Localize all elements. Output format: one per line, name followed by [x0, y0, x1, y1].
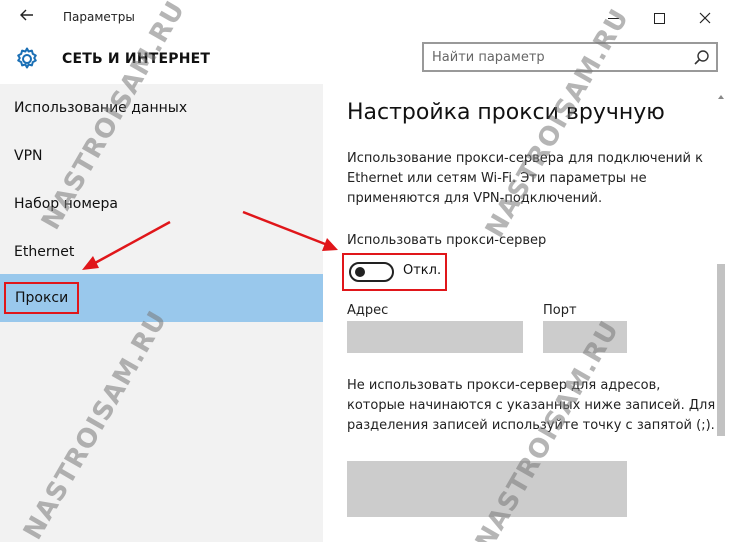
maximize-icon [653, 12, 665, 24]
minimize-icon [607, 17, 619, 19]
sidebar-item-label: VPN [14, 148, 43, 164]
toggle-highlight: Откл. [342, 253, 447, 291]
search-box[interactable] [422, 42, 718, 72]
search-input[interactable] [432, 47, 682, 67]
toggle-knob [355, 267, 365, 277]
address-label: Адрес [347, 303, 389, 318]
sidebar-item-proxy[interactable]: Прокси [0, 274, 323, 322]
sidebar-item-ethernet[interactable]: Ethernet [0, 228, 323, 276]
address-field[interactable] [347, 321, 523, 353]
sidebar-item-vpn[interactable]: VPN [0, 132, 323, 180]
sidebar-item-data-usage[interactable]: Использование данных [0, 84, 323, 132]
proxy-description: Использование прокси-сервера для подключ… [347, 151, 703, 206]
sidebar-item-label: Использование данных [14, 100, 188, 116]
search-icon[interactable] [692, 48, 712, 68]
sidebar: Использование данных VPN Набор номера Et… [0, 84, 323, 542]
section-title: СЕТЬ И ИНТЕРНЕТ [62, 51, 211, 67]
settings-header: СЕТЬ И ИНТЕРНЕТ [0, 36, 730, 84]
scrollbar-thumb[interactable] [717, 264, 725, 436]
sidebar-item-label: Прокси [4, 282, 80, 314]
maximize-button[interactable] [636, 4, 682, 32]
minimize-button[interactable] [590, 4, 636, 32]
use-proxy-toggle[interactable] [349, 262, 394, 282]
window-title: Параметры [63, 10, 135, 24]
close-icon [699, 12, 711, 24]
scroll-up-icon[interactable] [717, 86, 725, 99]
port-field[interactable] [543, 321, 627, 353]
exceptions-field[interactable] [347, 461, 627, 517]
sidebar-item-label: Набор номера [14, 196, 119, 212]
toggle-state-label: Откл. [403, 263, 442, 278]
port-label: Порт [543, 303, 577, 318]
use-proxy-label: Использовать прокси-сервер [347, 233, 547, 248]
exceptions-description: Не использовать прокси-сервер для адресо… [347, 378, 716, 433]
sidebar-item-label: Ethernet [14, 244, 75, 260]
page-title: Настройка прокси вручную [347, 100, 665, 125]
back-arrow-icon[interactable] [12, 6, 42, 30]
gear-icon [14, 46, 40, 72]
title-bar: Параметры [0, 0, 730, 36]
close-button[interactable] [682, 4, 728, 32]
sidebar-item-dial-up[interactable]: Набор номера [0, 180, 323, 228]
